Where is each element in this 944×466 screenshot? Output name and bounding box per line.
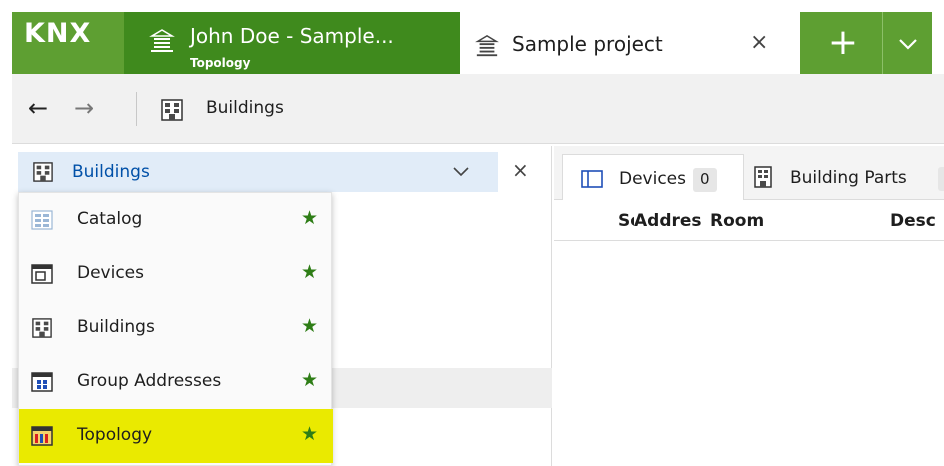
panel-view-menu: Catalog ★ Devices ★ Buildings ★ Group Ad… [18, 192, 333, 466]
menu-item-label: Topology [77, 425, 153, 445]
menu-item-group-addresses[interactable]: Group Addresses ★ [19, 355, 333, 409]
topology-icon [31, 426, 53, 446]
column-header[interactable]: Room [710, 211, 780, 231]
close-panel-icon[interactable]: × [512, 158, 529, 182]
tab-project-document[interactable]: John Doe - Sample... Topology [124, 12, 460, 74]
favorite-star-icon[interactable]: ★ [301, 315, 318, 337]
logo-text: KNX [24, 18, 92, 49]
nav-divider [136, 92, 137, 126]
tab-project-subtitle: Topology [190, 56, 251, 70]
chevron-down-icon [898, 39, 917, 50]
devices-count-badge: 0 [693, 168, 717, 192]
favorite-star-icon[interactable]: ★ [301, 369, 318, 391]
tab-building-parts[interactable]: Building Parts [744, 154, 944, 200]
menu-item-label: Group Addresses [77, 371, 222, 391]
table-header: Se Addres Room Desc [554, 201, 944, 241]
menu-item-label: Buildings [77, 317, 155, 337]
project-icon [475, 34, 499, 57]
tab-devices-label: Devices [619, 169, 686, 189]
back-button[interactable]: ← [28, 94, 48, 122]
right-panel-tab-bar: Devices 0 Building Parts [554, 146, 944, 200]
new-tab-button[interactable]: + [812, 12, 874, 74]
group-addresses-icon [31, 372, 53, 392]
tab-devices[interactable]: Devices 0 [562, 154, 744, 200]
tab-project-title: John Doe - Sample... [190, 24, 394, 48]
favorite-star-icon[interactable]: ★ [301, 423, 318, 445]
close-tab-icon[interactable]: × [750, 30, 768, 55]
building-parts-count-badge [938, 167, 944, 191]
menu-item-buildings[interactable]: Buildings ★ [19, 301, 333, 355]
devices-panel-icon [581, 170, 603, 188]
tab-building-parts-label: Building Parts [790, 168, 907, 188]
tab-list-dropdown-button[interactable] [882, 12, 932, 74]
right-panel: Devices 0 Building Parts Se Addres Room … [554, 146, 944, 466]
menu-item-label: Devices [77, 263, 144, 283]
knx-logo: KNX [24, 18, 104, 64]
buildings-icon [33, 162, 53, 182]
column-header[interactable]: Addres [634, 211, 706, 231]
breadcrumb[interactable]: Buildings [206, 98, 284, 118]
menu-item-devices[interactable]: Devices ★ [19, 247, 333, 301]
forward-button[interactable]: → [74, 94, 94, 122]
tab-sample-project[interactable]: Sample project × [460, 12, 800, 74]
tab-sample-project-label: Sample project [512, 32, 663, 56]
chevron-down-icon [453, 167, 469, 177]
navigation-bar: ← → Buildings [12, 74, 944, 144]
panel-view-dropdown-label: Buildings [72, 162, 150, 182]
project-icon [149, 29, 175, 52]
building-parts-icon [754, 166, 772, 188]
devices-icon [31, 264, 53, 284]
catalog-icon [31, 210, 53, 230]
panel-view-dropdown[interactable]: Buildings [18, 152, 498, 192]
column-header[interactable]: Desc [890, 211, 944, 231]
title-bar: KNX John Doe - Sample... Topology Sample… [0, 0, 944, 74]
column-header[interactable]: Se [618, 211, 634, 231]
favorite-star-icon[interactable]: ★ [301, 261, 318, 283]
menu-item-catalog[interactable]: Catalog ★ [19, 193, 333, 247]
buildings-icon [161, 99, 183, 121]
buildings-icon [32, 318, 52, 338]
menu-item-label: Catalog [77, 209, 143, 229]
menu-item-topology[interactable]: Topology ★ [19, 409, 333, 463]
favorite-star-icon[interactable]: ★ [301, 207, 318, 229]
